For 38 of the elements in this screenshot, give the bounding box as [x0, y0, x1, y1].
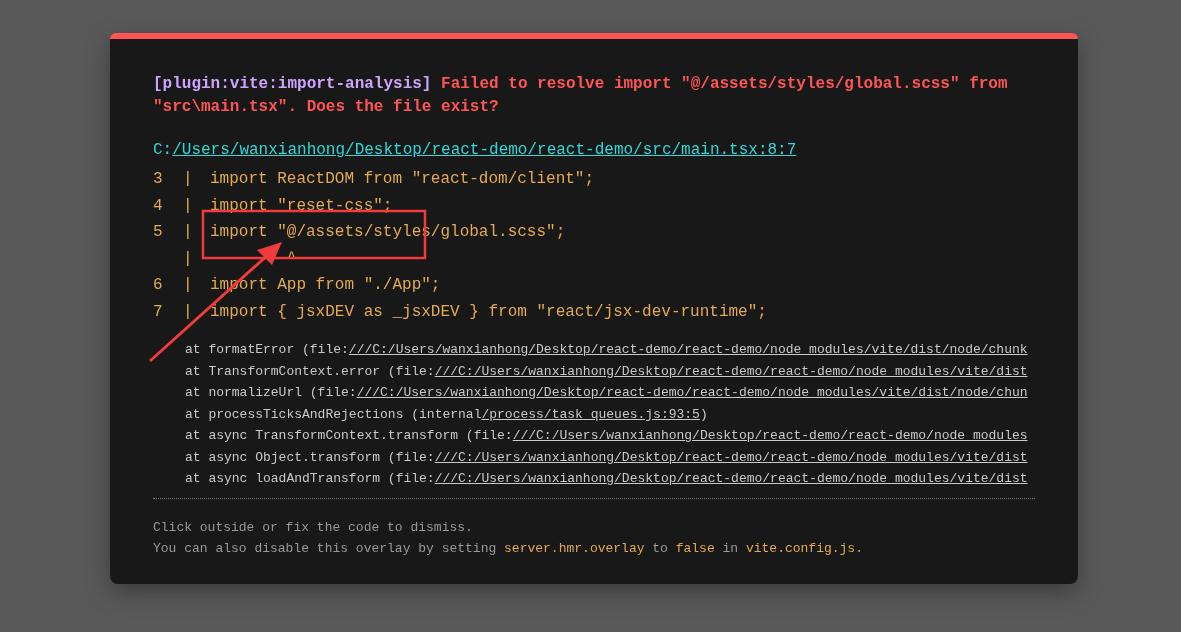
gutter-separator: |	[183, 196, 194, 215]
stack-frame-link[interactable]: ///C:/Users/wanxianhong/Desktop/react-demo/react-demo/node_modules/vite/dist/node/chun	[356, 385, 1028, 401]
stack-frame-link[interactable]: ///C:/Users/wanxianhong/Desktop/react-demo/react-demo/node_modules/vite/dist	[434, 449, 1028, 465]
code-line: import ReactDOM from "react-dom/client";	[210, 170, 595, 189]
dismiss-tip: Click outside or fix the code to dismiss.	[153, 518, 474, 537]
file-link[interactable]: /Users/wanxianhong/Desktop/react-demo/react-demo/src/main.tsx:8:7	[172, 139, 797, 162]
error-message: [plugin:vite:import-analysis] Failed to resolve import "@/assets/styles/global.scss" from "src\main.tsx". Does the file exist?	[153, 74, 1009, 118]
stack-frame-text: at normalizeUrl (file:	[185, 385, 357, 401]
gutter-separator: |	[183, 276, 194, 295]
stack-frame-link[interactable]: ///C:/Users/wanxianhong/Desktop/react-demo/react-demo/node_modules/vite/dist	[434, 363, 1028, 379]
stack-frame-text: at async Object.transform (file:	[185, 449, 435, 465]
gutter-separator: |	[183, 249, 194, 268]
line-number: 4	[153, 196, 164, 215]
gutter-separator: |	[183, 170, 194, 189]
stack-frame-text: at processTicksAndRejections (internal	[185, 406, 482, 422]
stack-frame-text: at async loadAndTransform (file:	[185, 471, 435, 487]
stack-frame-text: at TransformContext.error (file:	[185, 363, 435, 379]
stack-frame-link[interactable]: ///C:/Users/wanxianhong/Desktop/react-demo/react-demo/node_modules	[512, 428, 1028, 444]
stack-frame-text: at async TransformContext.transform (file:	[185, 428, 513, 444]
tip-text: You can also disable this overlay by setting	[153, 540, 497, 558]
config-code: vite.config.js.	[745, 540, 863, 558]
gutter-separator: |	[183, 223, 194, 242]
stack-frame-link[interactable]: /process/task_queues.js:93:5	[481, 406, 700, 422]
tip-text: to	[652, 540, 668, 558]
gutter-separator: |	[183, 302, 194, 321]
config-code: server.hmr.overlay	[504, 540, 645, 558]
line-number: 6	[153, 276, 164, 295]
config-code: false	[675, 540, 715, 558]
stack-frame-text: at formatError (file:	[185, 342, 349, 358]
drive-prefix: C:	[153, 140, 173, 161]
line-number: 5	[153, 223, 164, 242]
line-number: 7	[153, 302, 164, 321]
stack-frame-link[interactable]: ///C:/Users/wanxianhong/Desktop/react-demo/react-demo/node_modules/vite/dist	[434, 471, 1028, 487]
line-number: 3	[153, 170, 164, 189]
stack-frame-link[interactable]: ///C:/Users/wanxianhong/Desktop/react-demo/react-demo/node_modules/vite/dist/node/chunk	[348, 342, 1028, 358]
tip-text: in	[722, 540, 739, 558]
stack-frame-suffix: )	[699, 406, 708, 422]
code-line: import { jsxDEV as _jsxDEV } from "react/jsx-dev-runtime";	[210, 302, 767, 321]
